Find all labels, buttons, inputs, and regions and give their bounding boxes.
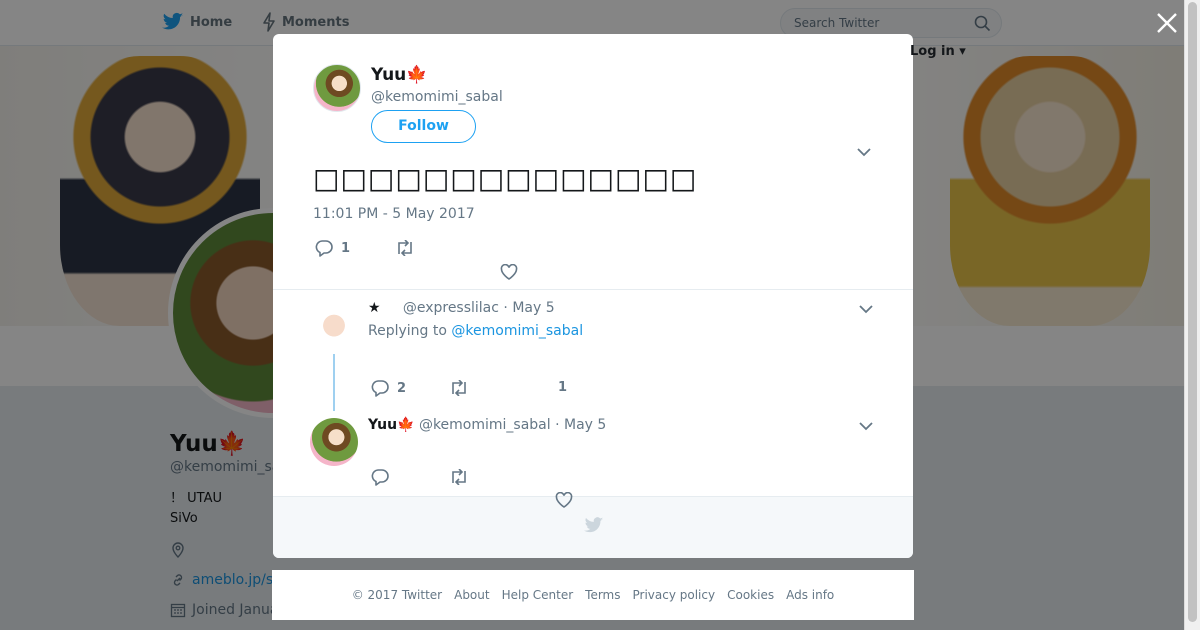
- like-action[interactable]: 1: [558, 380, 567, 395]
- retweet-action[interactable]: [449, 380, 477, 396]
- tweet-timestamp[interactable]: 11:01 PM - 5 May 2017: [313, 206, 475, 222]
- reply-header: ★ @expresslilac · May 5: [368, 300, 555, 316]
- retweet-icon: [452, 469, 466, 485]
- retweet-action[interactable]: [395, 240, 423, 256]
- retweet-action[interactable]: [449, 469, 469, 485]
- replying-to-handle[interactable]: @kemomimi_sabal: [451, 323, 583, 339]
- tweet-modal: Yuu🍁 @kemomimi_sabal Follow □□□□□□□□□□□□…: [273, 34, 913, 558]
- footer-link-about[interactable]: About: [454, 588, 489, 602]
- retweet-icon: [398, 240, 412, 256]
- close-icon[interactable]: [1154, 10, 1180, 36]
- footer-link-privacy[interactable]: Privacy policy: [633, 588, 716, 602]
- reply-avatar[interactable]: [310, 304, 358, 352]
- tweet-author-name[interactable]: Yuu🍁: [371, 65, 427, 85]
- heart-icon: [555, 492, 573, 508]
- footer-link-help-center[interactable]: Help Center: [502, 588, 574, 602]
- reply-author-name[interactable]: ★: [368, 300, 381, 316]
- reply-icon: [371, 469, 389, 486]
- modal-footer: [273, 496, 913, 558]
- footer-link-ads-info[interactable]: Ads info: [786, 588, 834, 602]
- reply-action[interactable]: [371, 469, 389, 486]
- tweet-author-avatar[interactable]: [313, 64, 361, 112]
- reply-author-handle[interactable]: @expresslilac: [403, 300, 499, 316]
- heart-icon: [500, 264, 518, 280]
- reply-avatar[interactable]: [310, 418, 358, 466]
- reply-author-handle[interactable]: @kemomimi_sabal: [419, 417, 551, 433]
- follow-button[interactable]: Follow: [371, 110, 476, 143]
- scrollbar-thumb[interactable]: [1188, 2, 1197, 622]
- login-link[interactable]: Log in ▾: [910, 44, 966, 59]
- scrollbar[interactable]: [1184, 0, 1200, 630]
- reply-date[interactable]: · May 5: [503, 300, 554, 316]
- like-count: 1: [558, 380, 568, 395]
- chevron-down-icon[interactable]: [857, 147, 871, 157]
- divider: [273, 289, 913, 290]
- tweet-text: □□□□□□□□□□□□□□: [313, 162, 698, 195]
- reply-header: Yuu🍁 @kemomimi_sabal · May 5: [368, 417, 606, 433]
- replying-to: Replying to @kemomimi_sabal: [368, 323, 583, 339]
- retweet-icon: [452, 380, 466, 396]
- reply-action[interactable]: 2: [371, 380, 406, 397]
- footer-copyright: © 2017 Twitter: [351, 588, 443, 602]
- reply-icon: [371, 380, 389, 397]
- reply-author-name[interactable]: Yuu🍁: [368, 417, 414, 433]
- like-action[interactable]: [555, 492, 573, 509]
- twitter-bird-icon: [584, 517, 604, 533]
- tweet-author-handle[interactable]: @kemomimi_sabal: [371, 89, 503, 105]
- chevron-down-icon[interactable]: [859, 421, 873, 431]
- reply-action[interactable]: 1: [315, 240, 350, 257]
- page-footer: © 2017 Twitter About Help Center Terms P…: [272, 570, 914, 620]
- like-action[interactable]: [500, 264, 526, 281]
- reply-count: 2: [397, 381, 407, 396]
- reply-icon: [315, 240, 333, 257]
- footer-link-cookies[interactable]: Cookies: [727, 588, 774, 602]
- reply-date[interactable]: · May 5: [555, 417, 606, 433]
- login-label: Log in: [910, 44, 955, 59]
- replying-to-prefix: Replying to: [368, 323, 452, 339]
- chevron-down-icon[interactable]: [859, 304, 873, 314]
- thread-line: [333, 354, 335, 411]
- reply-count: 1: [341, 241, 351, 256]
- footer-link-terms[interactable]: Terms: [585, 588, 620, 602]
